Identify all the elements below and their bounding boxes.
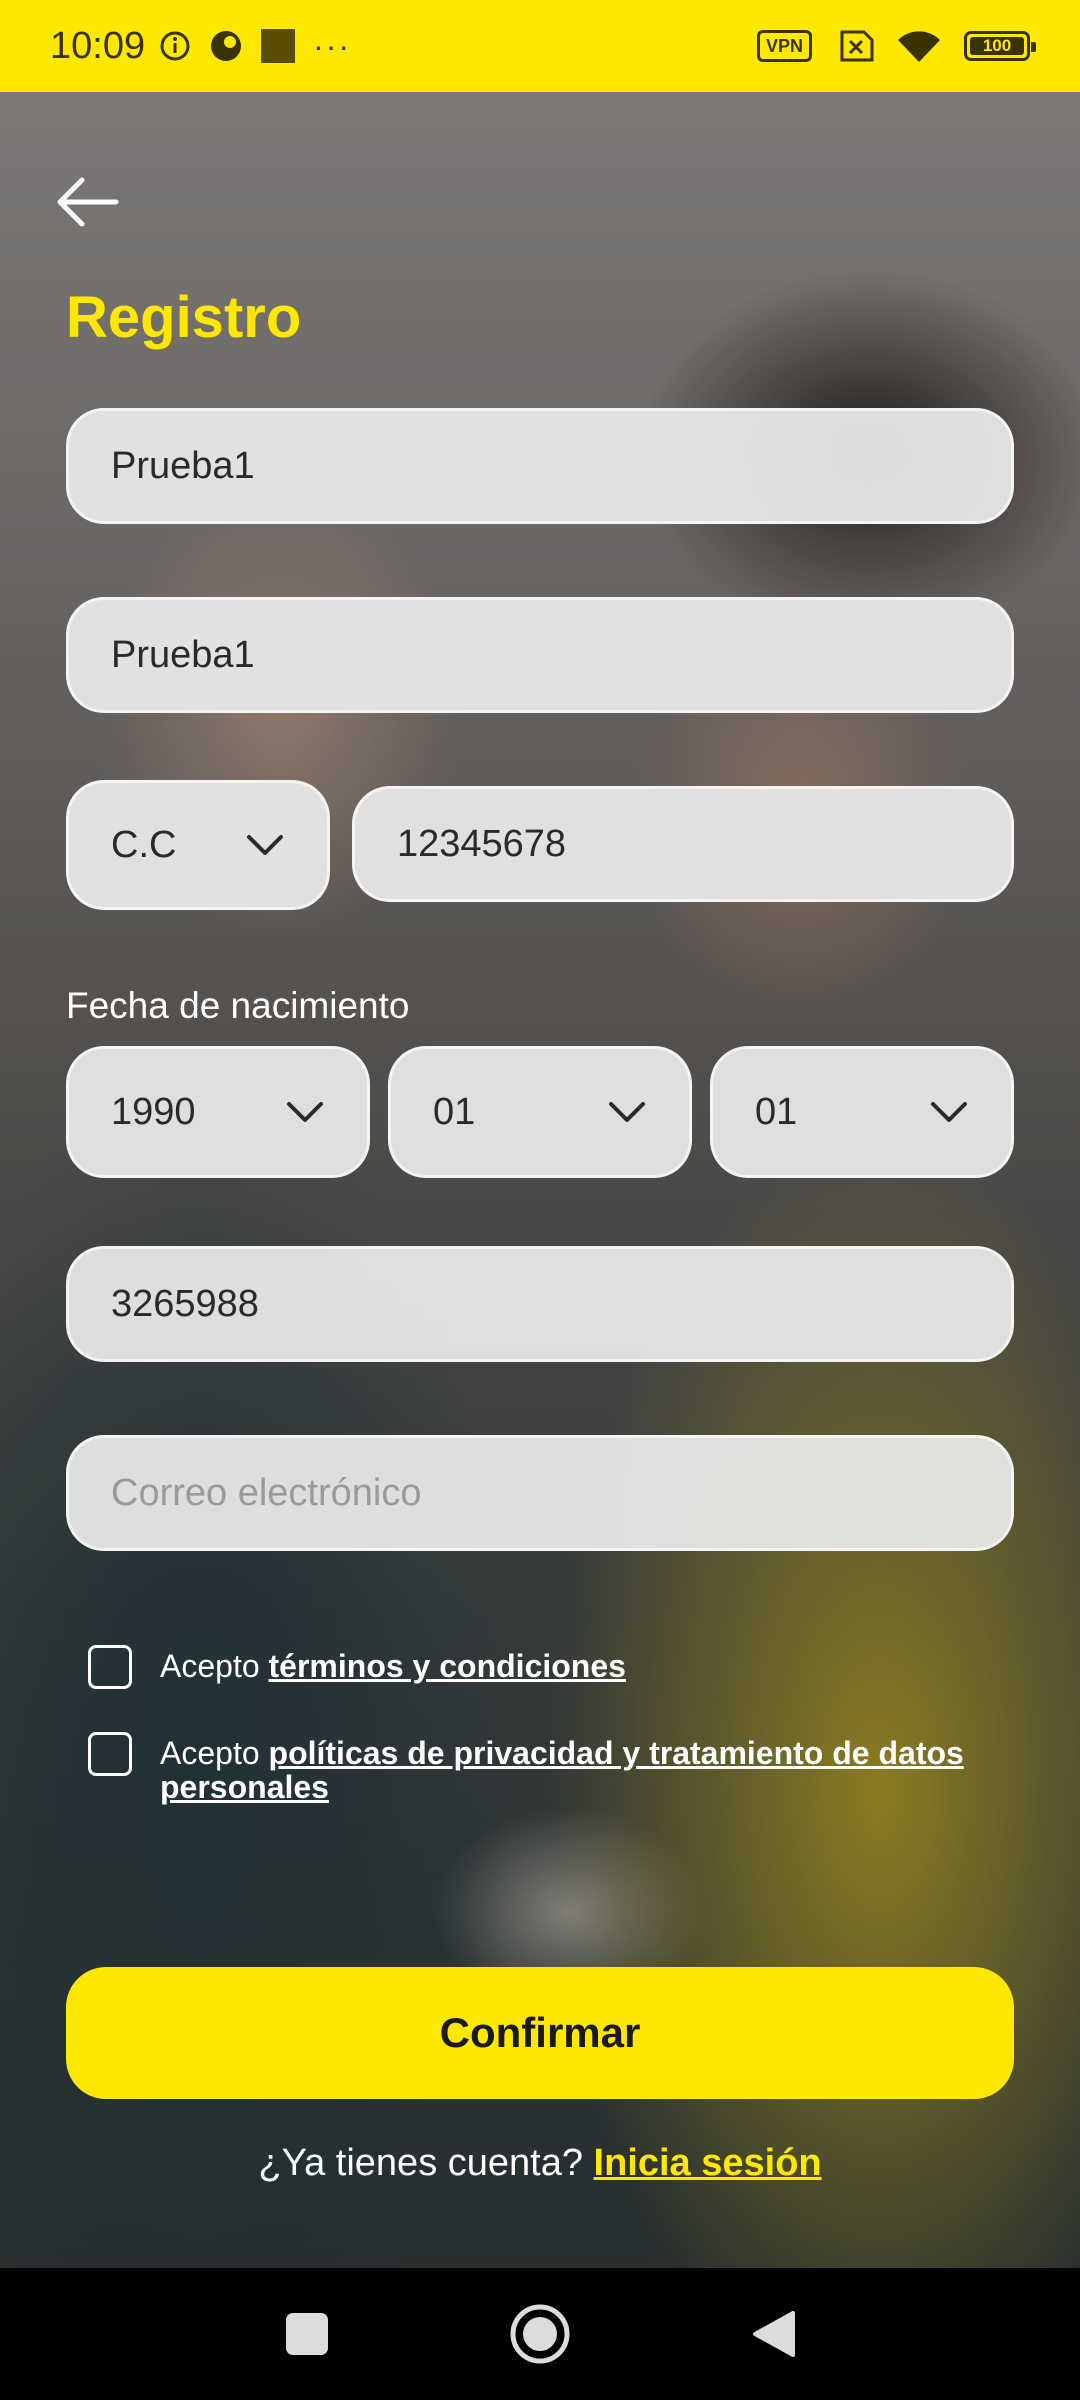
- birth-day-select[interactable]: 01: [710, 1046, 1014, 1178]
- status-time: 10:09: [50, 24, 146, 67]
- email-placeholder: Correo electrónico: [111, 1471, 422, 1514]
- home-button[interactable]: [500, 2294, 580, 2374]
- vpn-icon: VPN: [756, 30, 812, 62]
- recents-square-icon: [285, 2313, 328, 2355]
- login-prompt: ¿Ya tienes cuenta?: [258, 2142, 594, 2184]
- last-name-input[interactable]: Prueba1: [66, 597, 1014, 713]
- terms-row: Acepto términos y condiciones: [88, 1645, 1040, 1689]
- login-prompt-row: ¿Ya tienes cuenta? Inicia sesión: [0, 2142, 1080, 2185]
- recents-button[interactable]: [267, 2294, 347, 2374]
- registration-screen: 10:09 ··· VPN 100 Registro Prueba1 Prueb…: [0, 0, 1080, 2400]
- birth-day-value: 01: [755, 1090, 798, 1133]
- first-name-value: Prueba1: [111, 444, 255, 487]
- back-button[interactable]: [52, 172, 124, 232]
- chevron-down-icon: [287, 1102, 323, 1122]
- battery-icon: 100: [964, 31, 1036, 61]
- chevron-down-icon: [247, 835, 283, 855]
- last-name-value: Prueba1: [111, 633, 255, 676]
- document-type-value: C.C: [111, 823, 177, 866]
- more-indicator: ···: [313, 27, 352, 64]
- back-nav-button[interactable]: [733, 2294, 813, 2374]
- chevron-down-icon: [609, 1102, 645, 1122]
- document-number-value: 12345678: [397, 822, 567, 865]
- wifi-icon: [896, 28, 942, 64]
- birth-date-label: Fecha de nacimiento: [66, 985, 410, 1026]
- privacy-row: Acepto políticas de privacidad y tratami…: [88, 1732, 1040, 1804]
- system-nav-bar: [0, 2268, 1080, 2400]
- square-icon: [261, 29, 296, 63]
- birth-year-value: 1990: [111, 1090, 196, 1133]
- terms-prefix: Acepto: [160, 1648, 269, 1684]
- home-circle-icon: [510, 2304, 570, 2364]
- terms-checkbox[interactable]: [88, 1645, 132, 1689]
- first-name-input[interactable]: Prueba1: [66, 408, 1014, 524]
- birth-month-select[interactable]: 01: [388, 1046, 692, 1178]
- privacy-prefix: Acepto: [160, 1735, 269, 1771]
- privacy-checkbox[interactable]: [88, 1732, 132, 1776]
- status-bar: 10:09 ··· VPN 100: [0, 0, 1080, 92]
- privacy-text: Acepto políticas de privacidad y tratami…: [160, 1732, 1040, 1804]
- phone-input[interactable]: 3265988: [66, 1246, 1014, 1362]
- privacy-link[interactable]: políticas de privacidad y tratamiento de…: [160, 1735, 964, 1805]
- terms-link[interactable]: términos y condiciones: [269, 1648, 626, 1684]
- document-type-select[interactable]: C.C: [66, 780, 330, 910]
- no-sim-icon: [834, 30, 874, 62]
- arrow-left-icon: [57, 177, 119, 227]
- birth-year-select[interactable]: 1990: [66, 1046, 370, 1178]
- phone-value: 3265988: [111, 1282, 259, 1325]
- chevron-down-icon: [931, 1102, 967, 1122]
- email-input[interactable]: Correo electrónico: [66, 1435, 1014, 1551]
- back-triangle-icon: [753, 2311, 796, 2357]
- app-icon: [209, 29, 243, 63]
- document-number-input[interactable]: 12345678: [352, 786, 1014, 902]
- info-icon: [159, 30, 191, 62]
- birth-month-value: 01: [433, 1090, 476, 1133]
- confirm-button[interactable]: Confirmar: [66, 1967, 1014, 2099]
- status-right-group: VPN 100: [756, 28, 1036, 64]
- page-title: Registro: [66, 285, 302, 350]
- login-link[interactable]: Inicia sesión: [594, 2142, 822, 2184]
- terms-text: Acepto términos y condiciones: [160, 1645, 1040, 1689]
- battery-level: 100: [982, 36, 1012, 55]
